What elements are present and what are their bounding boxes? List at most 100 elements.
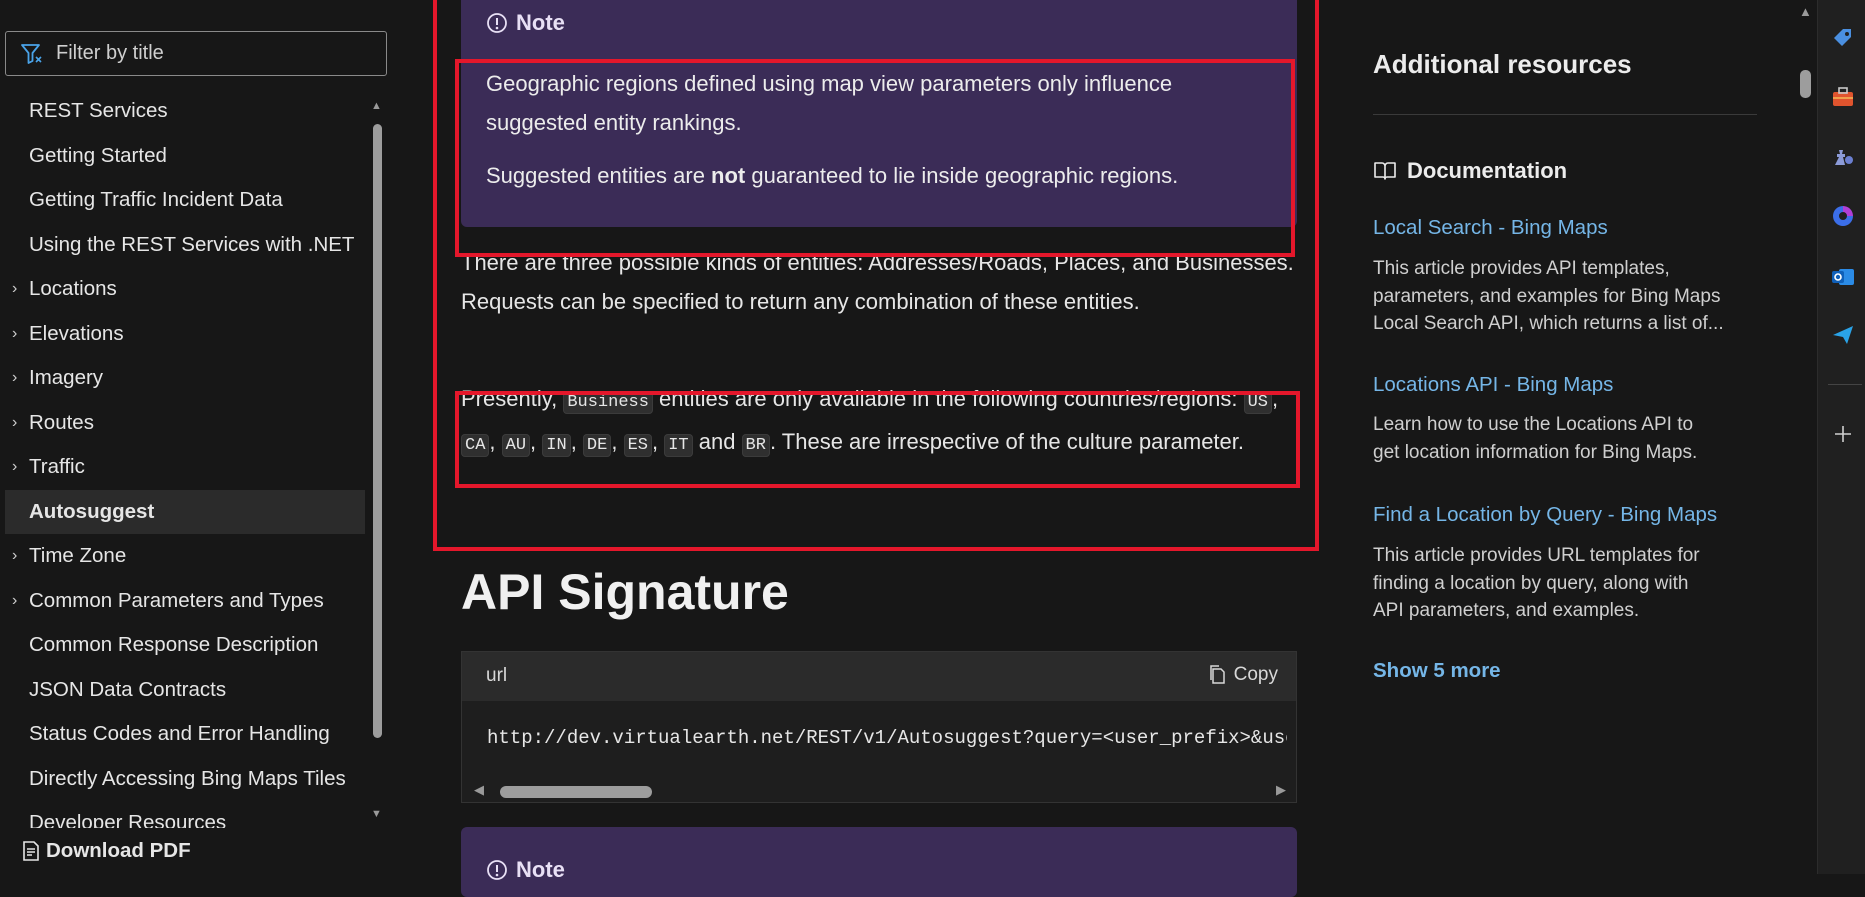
outlook-icon[interactable]: [1830, 264, 1856, 290]
desc-line: This article provides API templates,: [1373, 258, 1670, 279]
toc-item-locations[interactable]: › Locations: [5, 267, 365, 312]
toc-item-routes[interactable]: › Routes: [5, 401, 365, 446]
entities-paragraph: There are three possible kinds of entiti…: [461, 250, 1294, 314]
toc-item-rest-services-dotnet[interactable]: Using the REST Services with .NET: [5, 223, 365, 268]
book-icon: [1374, 162, 1396, 180]
toc-item-rest-services[interactable]: REST Services: [5, 89, 365, 134]
toc-item-developer-resources[interactable]: Developer Resources: [5, 801, 365, 829]
chevron-right-icon[interactable]: ›: [12, 579, 17, 624]
toc-item-traffic-incident-data[interactable]: Getting Traffic Incident Data: [5, 178, 365, 223]
divider: [1828, 384, 1862, 385]
resource-link-local-search[interactable]: Local Search - Bing Maps: [1373, 216, 1608, 240]
toc-item-label: Getting Started: [29, 143, 167, 167]
code-scrollbar-thumb[interactable]: [500, 786, 652, 798]
note-text: guaranteed to lie inside geographic regi…: [745, 163, 1179, 188]
chevron-right-icon[interactable]: ›: [12, 312, 17, 357]
resource-description: Learn how to use the Locations API to get…: [1373, 411, 1763, 466]
resource-link-find-location[interactable]: Find a Location by Query - Bing Maps: [1373, 503, 1717, 527]
note-title-text: Note: [516, 10, 565, 35]
chevron-right-icon[interactable]: ›: [12, 356, 17, 401]
chevron-right-icon[interactable]: ›: [12, 445, 17, 490]
toc-item-getting-started[interactable]: Getting Started: [5, 134, 365, 179]
chevron-right-icon[interactable]: ›: [12, 401, 17, 446]
toc-item-common-parameters[interactable]: › Common Parameters and Types: [5, 579, 365, 624]
scroll-up-arrow-icon[interactable]: ▲: [371, 100, 382, 112]
resource-link-locations-api[interactable]: Locations API - Bing Maps: [1373, 373, 1613, 397]
additional-resources-title: Additional resources: [1373, 49, 1632, 79]
browser-sidebar: [1817, 0, 1865, 874]
scroll-left-arrow-icon[interactable]: ◀: [474, 782, 484, 798]
toc-item-label: Routes: [29, 410, 94, 434]
briefcase-icon[interactable]: [1830, 84, 1856, 110]
para-text: . These are irrespective of the culture …: [769, 429, 1245, 454]
send-icon[interactable]: [1830, 322, 1856, 348]
table-of-contents-panel: REST Services Getting Started Getting Tr…: [0, 0, 390, 874]
toc-item-common-response[interactable]: Common Response Description: [5, 623, 365, 668]
inline-code: DE: [582, 434, 612, 457]
toc-item-traffic[interactable]: › Traffic: [5, 445, 365, 490]
page-scrollbar-thumb[interactable]: [1800, 70, 1811, 98]
toc-item-label: Imagery: [29, 366, 104, 389]
pdf-icon: [23, 841, 39, 861]
chevron-right-icon[interactable]: ›: [12, 534, 17, 579]
toc-item-bing-maps-tiles[interactable]: Directly Accessing Bing Maps Tiles: [5, 757, 365, 802]
note-title-text: Note: [516, 857, 565, 882]
toc-item-json-data-contracts[interactable]: JSON Data Contracts: [5, 668, 365, 713]
chess-icon[interactable]: [1830, 143, 1856, 169]
inline-code: CA: [461, 434, 490, 457]
toc-item-elevations[interactable]: › Elevations: [5, 312, 365, 357]
business-availability-paragraph: Presently, Business entities are only av…: [461, 379, 1301, 465]
documentation-heading-text: Documentation: [1407, 158, 1568, 183]
inline-code: US: [1243, 391, 1273, 414]
code-line[interactable]: http://dev.virtualearth.net/REST/v1/Auto…: [487, 727, 1287, 749]
inline-code: ES: [623, 434, 652, 457]
scroll-right-arrow-icon[interactable]: ▶: [1276, 782, 1286, 798]
toc-item-autosuggest[interactable]: Autosuggest: [5, 489, 365, 534]
filter-input[interactable]: [54, 41, 378, 66]
note-title: Note: [486, 10, 565, 36]
toc-item-label: Traffic: [29, 455, 85, 478]
scroll-down-arrow-icon[interactable]: ▼: [371, 808, 382, 820]
plus-icon[interactable]: [1830, 421, 1856, 447]
download-pdf-button[interactable]: Download PDF: [0, 828, 390, 874]
toc-item-label: Common Response Description: [29, 633, 319, 656]
desc-line: This article provides URL templates for: [1373, 545, 1700, 566]
toc-item-label: JSON Data Contracts: [29, 677, 227, 701]
show-more-link[interactable]: Show 5 more: [1373, 659, 1501, 683]
page-scrollbar[interactable]: ▲: [1793, 0, 1817, 874]
para-text: entities are only available in the follo…: [652, 386, 1244, 411]
toc-list: REST Services Getting Started Getting Tr…: [5, 89, 365, 829]
info-circle-icon: [487, 13, 507, 33]
toc-item-label: Directly Accessing Bing Maps Tiles: [29, 766, 346, 790]
toc-scrollbar-thumb[interactable]: [373, 124, 382, 738]
note-text: Suggested entities are: [486, 163, 712, 188]
note-bold-text: not: [711, 163, 746, 188]
note-paragraph: Suggested entities are not guaranteed to…: [486, 157, 1276, 196]
inline-code: IN: [542, 434, 571, 457]
inline-code: BR: [741, 434, 770, 457]
toc-scrollbar[interactable]: ▲ ▼: [369, 96, 385, 820]
toc-item-imagery[interactable]: › Imagery: [5, 356, 365, 401]
inline-code: Business: [563, 391, 653, 414]
chevron-right-icon[interactable]: ›: [12, 267, 17, 312]
para-text: ,: [1272, 386, 1279, 411]
copy-button[interactable]: Copy: [1208, 664, 1278, 686]
documentation-heading: Documentation: [1373, 158, 1567, 184]
tag-icon[interactable]: [1830, 25, 1856, 51]
article-content: Note Geographic regions defined using ma…: [390, 0, 1330, 897]
code-horizontal-scrollbar[interactable]: ◀ ▶: [462, 780, 1296, 802]
desc-line: finding a location by query, along with: [1373, 572, 1689, 594]
filter-icon: [21, 43, 42, 64]
toc-item-status-codes[interactable]: Status Codes and Error Handling: [5, 712, 365, 757]
note-paragraph: Geographic regions defined using map vie…: [486, 71, 1173, 135]
resource-description: This article provides URL templates for f…: [1373, 542, 1763, 625]
code-language-label: url: [486, 665, 508, 686]
filter-box[interactable]: [5, 31, 387, 76]
desc-line: parameters, and examples for Bing Maps: [1373, 285, 1721, 307]
toc-item-time-zone[interactable]: › Time Zone: [5, 534, 365, 579]
api-signature-heading: API Signature: [461, 564, 789, 620]
copilot-icon[interactable]: [1830, 203, 1856, 229]
info-circle-icon: [487, 860, 507, 880]
divider: [1373, 114, 1757, 115]
scroll-up-arrow-icon[interactable]: ▲: [1799, 4, 1812, 19]
